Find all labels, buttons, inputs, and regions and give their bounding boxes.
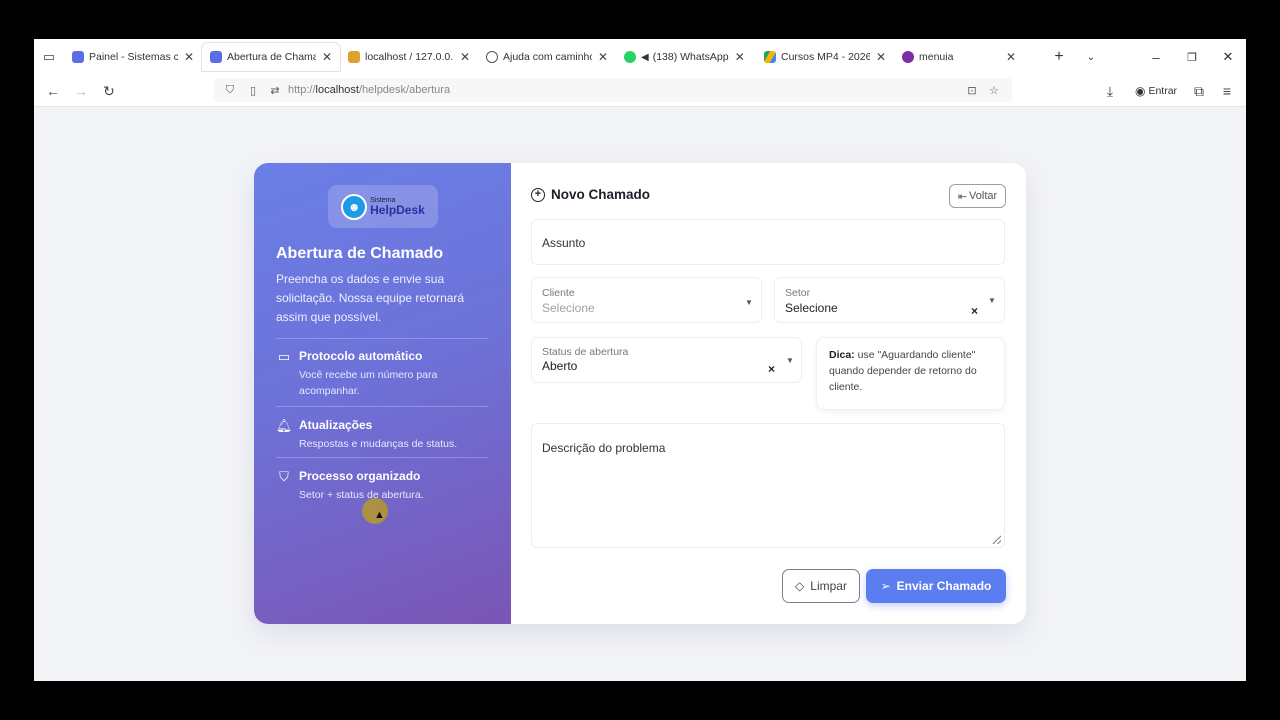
close-tab-icon[interactable]: ✕ [322, 50, 332, 64]
chat-favicon-icon [486, 51, 498, 63]
restore-icon[interactable]: ❐ [1180, 39, 1204, 75]
reload-icon[interactable]: ↻ [97, 75, 121, 107]
install-app-icon[interactable]: ⊡ [964, 78, 980, 102]
client-select[interactable]: Cliente Selecione ▼ [531, 277, 762, 323]
tab-dropdown-icon[interactable]: ⌄ [1080, 39, 1102, 75]
clear-selection-icon[interactable]: × [971, 304, 978, 318]
subject-input[interactable]: Assunto [531, 219, 1005, 265]
feature-title: Atualizações [299, 418, 373, 432]
ticket-form: + Novo Chamado ⇤ Voltar Assunto Cliente S… [511, 163, 1026, 624]
divider [276, 338, 488, 339]
tab-phpmyadmin[interactable]: localhost / 127.0.0.1 / ✕ [340, 43, 478, 71]
eraser-icon: ◇ [795, 579, 805, 593]
ticket-icon: ▭ [277, 349, 291, 364]
description-textarea[interactable]: Descrição do problema [531, 423, 1005, 548]
status-select[interactable]: Status de abertura Aberto × ▼ [531, 337, 802, 383]
close-tab-icon[interactable]: ✕ [184, 50, 194, 64]
phpmyadmin-favicon-icon [348, 51, 360, 63]
close-tab-icon[interactable]: ✕ [1006, 50, 1016, 64]
bell-icon: 🔔︎ [275, 418, 293, 433]
muted-speaker-icon[interactable]: ◀ [641, 52, 649, 63]
back-button[interactable]: ⇤ Voltar [949, 184, 1006, 208]
feature-atualizacoes: 🔔︎ Atualizações Respostas e mudanças de … [276, 418, 491, 452]
menuia-favicon-icon [902, 51, 914, 63]
extensions-icon[interactable]: ⧉ [1187, 75, 1211, 107]
tab-abertura[interactable]: Abertura de Chamado ✕ [202, 43, 340, 71]
feature-title: Processo organizado [299, 469, 421, 483]
divider [276, 406, 488, 407]
back-arrow-icon[interactable]: ← [41, 75, 65, 107]
close-tab-icon[interactable]: ✕ [735, 50, 745, 64]
logo-big-text: HelpDesk [370, 203, 425, 217]
helpdesk-logo: ☻ Sistema HelpDesk [328, 185, 438, 228]
account-icon: ◉ [1134, 84, 1146, 98]
chevron-down-icon: ▼ [745, 298, 753, 307]
panel-subtitle: Preencha os dados e envie sua solicitaçã… [276, 272, 465, 324]
clear-button[interactable]: ◇ Limpar [782, 569, 860, 603]
address-bar[interactable]: ⛉ ▯ ⇄ http://localhost/helpdesk/abertura… [214, 78, 1012, 102]
close-tab-icon[interactable]: ✕ [460, 50, 470, 64]
sector-select[interactable]: Setor Selecione × ▼ [774, 277, 1005, 323]
tab-title: menuia [919, 51, 954, 63]
menu-icon[interactable]: ≡ [1215, 75, 1239, 107]
feature-protocolo: ▭ Protocolo automático Você recebe um nú… [276, 349, 491, 397]
headset-icon: ☻ [341, 193, 368, 220]
browser-window: ▭ Painel - Sistemas com ✕ Abertura de Ch… [34, 39, 1246, 681]
shield-icon: ⛉ [279, 469, 289, 484]
ticket-card: ☻ Sistema HelpDesk Abertura de Chamado P… [254, 163, 1026, 624]
tab-bar: ▭ Painel - Sistemas com ✕ Abertura de Ch… [34, 39, 1246, 75]
feature-processo: ⛉ Processo organizado Setor + status de … [276, 469, 491, 503]
feature-desc: Setor + status de abertura. [299, 489, 424, 501]
tab-painel[interactable]: Painel - Sistemas com ✕ [64, 43, 202, 71]
tab-title: Ajuda com caminho fo [503, 51, 592, 63]
signin-button[interactable]: ◉ Entrar [1130, 75, 1182, 107]
bookmark-star-icon[interactable]: ☆ [986, 78, 1002, 102]
exit-arrow-icon: ⇤ [957, 190, 968, 203]
close-tab-icon[interactable]: ✕ [876, 50, 886, 64]
tab-title: Abertura de Chamado [227, 51, 316, 63]
downloads-icon[interactable]: ⤓ [1098, 75, 1122, 107]
tip-box: Dica: use "Aguardando cliente" quando de… [816, 337, 1005, 410]
divider [276, 457, 488, 458]
permissions-icon[interactable]: ⇄ [267, 78, 283, 102]
submit-ticket-button[interactable]: ➢ Enviar Chamado [866, 569, 1006, 603]
feature-title: Protocolo automático [299, 349, 423, 363]
page-icon[interactable]: ▯ [245, 78, 261, 102]
minimize-icon[interactable]: – [1144, 39, 1168, 75]
panel-title: Abertura de Chamado [276, 245, 444, 262]
resize-handle[interactable] [992, 535, 1001, 544]
form-title: + Novo Chamado [531, 187, 650, 202]
close-tab-icon[interactable]: ✕ [598, 50, 608, 64]
navigation-bar: ← → ↻ ⛉ ▯ ⇄ http://localhost/helpdesk/ab… [34, 75, 1246, 107]
paper-plane-icon: ➢ [880, 579, 891, 593]
whatsapp-favicon-icon [624, 51, 636, 63]
tab-title: localhost / 127.0.0.1 / [365, 51, 454, 63]
new-tab-icon[interactable]: + [1048, 39, 1070, 75]
tab-title: (138) WhatsApp B [652, 51, 729, 63]
close-window-icon[interactable]: ✕ [1216, 39, 1240, 75]
app-favicon-icon [72, 51, 84, 63]
chevron-down-icon: ▼ [988, 296, 996, 305]
tab-cursos[interactable]: Cursos MP4 - 2026 - C ✕ [756, 43, 894, 71]
url-text[interactable]: http://localhost/helpdesk/abertura [288, 78, 450, 102]
info-panel: ☻ Sistema HelpDesk Abertura de Chamado P… [254, 163, 511, 624]
feature-desc: Você recebe um número para acompanhar. [299, 369, 438, 397]
tab-menuia[interactable]: menuia ✕ [894, 43, 1024, 71]
clear-selection-icon[interactable]: × [768, 362, 775, 376]
drive-favicon-icon [764, 51, 776, 63]
chevron-down-icon: ▼ [786, 356, 794, 365]
tab-whatsapp[interactable]: ◀ (138) WhatsApp B ✕ [616, 43, 756, 71]
feature-desc: Respostas e mudanças de status. [299, 438, 458, 450]
shield-icon[interactable]: ⛉ [222, 78, 238, 102]
tab-ajuda[interactable]: Ajuda com caminho fo ✕ [478, 43, 616, 71]
plus-circle-icon: + [531, 187, 545, 202]
forward-arrow-icon[interactable]: → [69, 75, 93, 107]
tab-title: Cursos MP4 - 2026 - C [781, 51, 870, 63]
mouse-pointer-icon: ▲ [374, 509, 385, 521]
app-favicon-icon [210, 51, 222, 63]
tab-list-icon[interactable]: ▭ [34, 39, 64, 75]
tab-title: Painel - Sistemas com [89, 51, 178, 63]
